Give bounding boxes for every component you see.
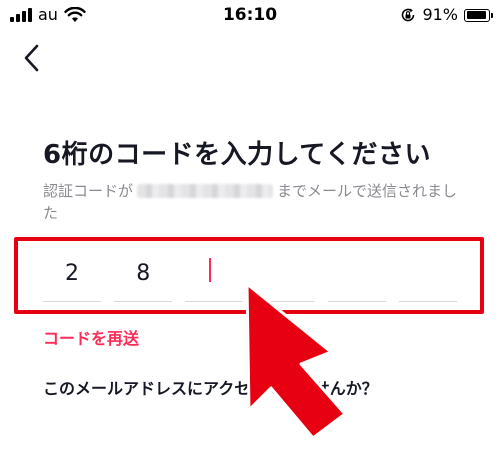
status-bar: au 16:10 91% xyxy=(0,0,500,30)
verification-code-screen: au 16:10 91% 6桁のコードを入力してください 認証コードが までメール xyxy=(0,0,500,476)
code-digit-cell[interactable]: 8 xyxy=(114,246,173,302)
page-title: 6桁のコードを入力してください xyxy=(43,140,432,170)
code-digit: 8 xyxy=(136,261,151,286)
code-digit-cell[interactable] xyxy=(398,246,457,302)
battery-level xyxy=(466,11,486,19)
blurred-email xyxy=(137,184,274,198)
back-button[interactable] xyxy=(14,40,50,76)
code-digit: 2 xyxy=(65,261,79,286)
cannot-access-email-link[interactable]: このメールアドレスにアクセスできませんか？ xyxy=(43,378,378,400)
resend-code-link[interactable]: コードを再送 xyxy=(43,328,139,350)
battery-icon xyxy=(464,8,493,22)
subtitle-prefix: 認証コードが xyxy=(43,182,134,200)
text-cursor xyxy=(209,258,212,282)
red-arrow-annotation xyxy=(245,282,347,440)
battery-percentage: 91% xyxy=(422,5,458,24)
code-digit-cell[interactable] xyxy=(185,246,244,302)
rotation-lock-icon xyxy=(402,8,415,22)
chevron-left-icon xyxy=(24,44,39,72)
code-digit-cell[interactable]: 2 xyxy=(43,246,101,302)
code-digit-cell[interactable] xyxy=(327,246,386,302)
code-digit-cell[interactable] xyxy=(256,246,315,302)
subtitle: 認証コードが までメールで送信されました xyxy=(43,180,463,224)
verification-code-input[interactable]: 28 xyxy=(43,246,457,302)
status-bar-right: 91% xyxy=(400,5,493,25)
